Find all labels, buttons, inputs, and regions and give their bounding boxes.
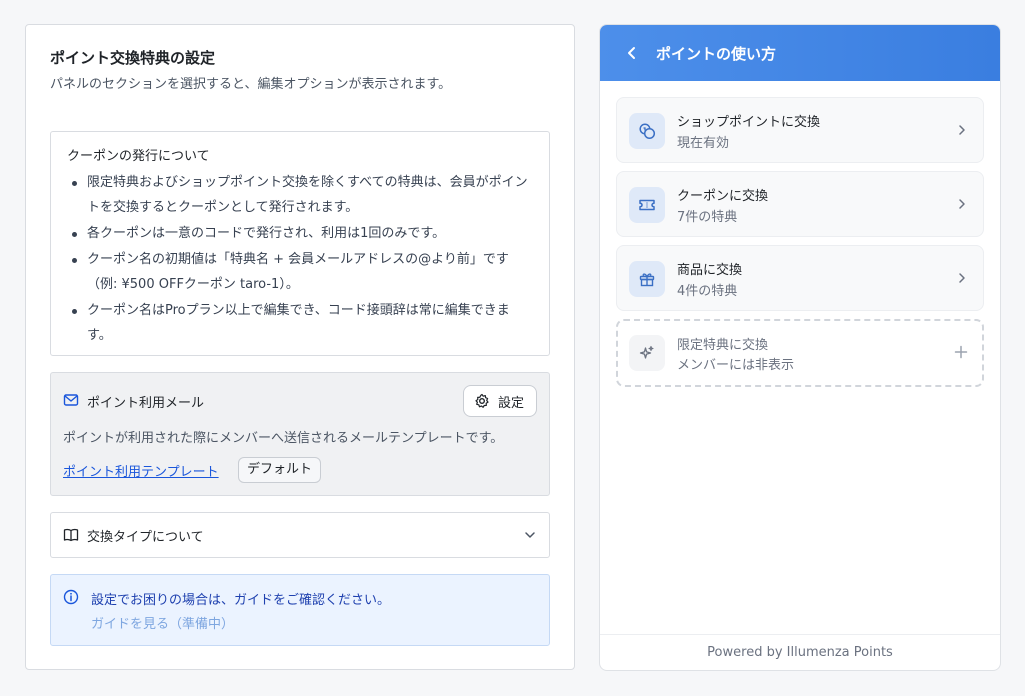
template-link[interactable]: ポイント利用テンプレート	[63, 461, 219, 480]
gift-icon	[629, 261, 665, 297]
page-subtitle: パネルのセクションを選択すると、編集オプションが表示されます。	[50, 77, 452, 92]
option-coupons[interactable]: クーポンに交換 7件の特典	[616, 171, 984, 237]
mail-section-title: ポイント利用メール	[87, 396, 205, 411]
preview-header: ポイントの使い方	[600, 25, 1000, 81]
chevron-left-icon[interactable]	[624, 45, 640, 61]
chevron-right-icon	[959, 273, 965, 283]
default-badge: デフォルト	[238, 457, 322, 483]
sparkles-icon	[629, 335, 665, 371]
guide-link: ガイドを見る（準備中）	[91, 617, 235, 632]
mail-settings-button[interactable]: 設定	[462, 385, 537, 417]
option-subtitle: メンバーには非表示	[677, 358, 795, 373]
settings-card: ポイント交換特典の設定 パネルのセクションを選択すると、編集オプションが表示され…	[25, 24, 575, 670]
mail-description: ポイントが利用された際にメンバーへ送信されるメールテンプレートです。	[63, 431, 504, 446]
chevron-down-icon	[525, 532, 535, 538]
list-item: クーポン名の初期値は「特典名 + 会員メールアドレスの@より前」です（例: ¥5…	[72, 247, 533, 297]
book-icon	[63, 528, 79, 542]
option-exclusive-rewards[interactable]: 限定特典に交換 メンバーには非表示	[616, 319, 984, 387]
option-title: 限定特典に交換	[677, 338, 769, 353]
exchange-types-label: 交換タイプについて	[87, 529, 204, 545]
coupon-section-title: クーポンの発行について	[67, 149, 210, 164]
preview-title: ポイントの使い方	[656, 44, 777, 63]
mail-icon	[63, 394, 79, 406]
point-usage-mail-section[interactable]: ポイント利用メール 設定 ポイントが利用された際にメンバーへ送信されるメールテン…	[50, 372, 550, 496]
option-title: 商品に交換	[677, 263, 743, 278]
chevron-right-icon	[959, 125, 965, 135]
list-item: クーポン名はProプラン以上で編集でき、コード接頭辞は常に編集できます。	[72, 298, 533, 348]
option-products[interactable]: 商品に交換 4件の特典	[616, 245, 984, 311]
coupon-info-section[interactable]: クーポンの発行について 限定特典およびショップポイント交換を除くすべての特典は、…	[50, 131, 550, 356]
exchange-types-accordion[interactable]: 交換タイプについて	[50, 512, 550, 558]
settings-button-label: 設定	[497, 395, 524, 411]
option-title: ショップポイントに交換	[677, 115, 821, 130]
chevron-right-icon	[959, 199, 965, 209]
ticket-icon	[629, 187, 665, 223]
option-subtitle: 4件の特典	[677, 284, 738, 299]
page-title: ポイント交換特典の設定	[50, 49, 216, 67]
plus-icon[interactable]	[954, 345, 968, 359]
option-title: クーポンに交換	[677, 189, 769, 204]
list-item: 限定特典およびショップポイント交換を除くすべての特典は、会員がポイントを交換する…	[72, 170, 533, 220]
list-item: 各クーポンは一意のコードで発行され、利用は1回のみです。	[72, 221, 533, 246]
gear-icon	[475, 393, 489, 408]
coupon-rules-list: 限定特典およびショップポイント交換を除くすべての特典は、会員がポイントを交換する…	[67, 170, 533, 348]
preview-panel: ポイントの使い方 ショップポイントに交換 現在有効 クーポンに交換 7件の特典	[599, 24, 1001, 671]
option-subtitle: 現在有効	[677, 136, 730, 151]
help-text: 設定でお困りの場合は、ガイドをご確認ください。	[91, 593, 391, 608]
option-subtitle: 7件の特典	[677, 210, 738, 225]
option-shop-points[interactable]: ショップポイントに交換 現在有効	[616, 97, 984, 163]
coins-icon	[629, 113, 665, 149]
help-info-banner: 設定でお困りの場合は、ガイドをご確認ください。 ガイドを見る（準備中）	[50, 574, 550, 646]
powered-by-footer: Powered by Illumenza Points	[600, 634, 1000, 670]
info-icon	[63, 589, 79, 605]
